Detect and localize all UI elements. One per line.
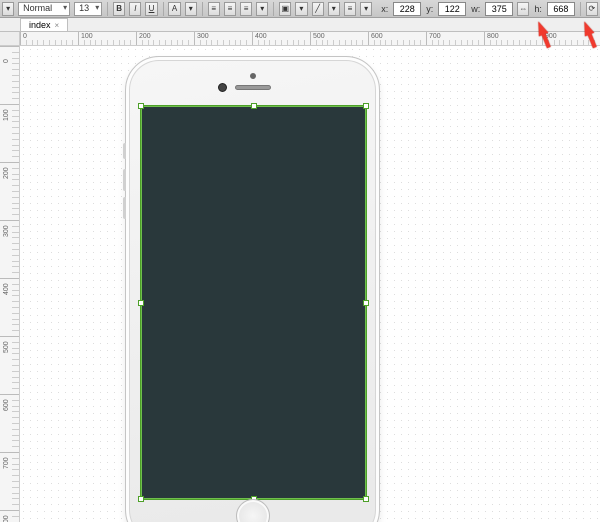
chevron-down-icon: ▾ bbox=[299, 5, 303, 13]
weight-icon: ≡ bbox=[348, 5, 353, 13]
separator bbox=[163, 2, 164, 16]
font-size-select[interactable]: 13 bbox=[74, 2, 102, 16]
italic-icon: I bbox=[134, 5, 136, 13]
w-input[interactable] bbox=[485, 2, 513, 16]
format-toolbar: ▾ Normal 13 B I U A ▾ ≡ ≡ ≡ ▾ ▣ ▾ ╱ ▾ ≡ … bbox=[0, 0, 600, 18]
document-tabs: index × bbox=[0, 18, 600, 32]
chevron-down-icon: ▾ bbox=[6, 5, 10, 13]
resize-handle-nw[interactable] bbox=[138, 103, 144, 109]
ruler-v-tick: 600 bbox=[0, 394, 19, 395]
align-center-icon: ≡ bbox=[228, 5, 233, 13]
rotate-icon: ⟳ bbox=[589, 5, 596, 13]
text-color-dropdown[interactable]: ▾ bbox=[185, 2, 197, 16]
separator bbox=[202, 2, 203, 16]
fill-icon: ▣ bbox=[281, 5, 289, 13]
ruler-v-tick: 700 bbox=[0, 452, 19, 453]
align-left-icon: ≡ bbox=[211, 5, 216, 13]
link-icon: ⇔ bbox=[519, 5, 527, 13]
align-left-button[interactable]: ≡ bbox=[208, 2, 220, 16]
bold-icon: B bbox=[116, 5, 122, 13]
resize-handle-se[interactable] bbox=[363, 496, 369, 502]
fill-dropdown[interactable]: ▾ bbox=[295, 2, 307, 16]
font-weight-select[interactable]: Normal bbox=[18, 2, 70, 16]
separator bbox=[273, 2, 274, 16]
volume-down bbox=[123, 197, 126, 219]
line-color-button[interactable]: ╱ bbox=[312, 2, 324, 16]
resize-handle-sw[interactable] bbox=[138, 496, 144, 502]
separator bbox=[580, 2, 581, 16]
w-label: w: bbox=[470, 4, 481, 14]
line-weight-dropdown[interactable]: ▾ bbox=[360, 2, 372, 16]
line-weight-button[interactable]: ≡ bbox=[344, 2, 356, 16]
ruler-v-tick: 500 bbox=[0, 336, 19, 337]
proximity-sensor bbox=[250, 73, 256, 79]
canvas[interactable] bbox=[20, 46, 600, 522]
fill-color-button[interactable]: ▣ bbox=[279, 2, 291, 16]
resize-handle-w[interactable] bbox=[138, 300, 144, 306]
h-input[interactable] bbox=[547, 2, 575, 16]
x-label: x: bbox=[380, 4, 389, 14]
align-right-button[interactable]: ≡ bbox=[240, 2, 252, 16]
underline-icon: U bbox=[149, 5, 155, 13]
ruler-corner bbox=[0, 32, 20, 46]
bold-button[interactable]: B bbox=[113, 2, 125, 16]
h-label: h: bbox=[533, 4, 543, 14]
y-input[interactable] bbox=[438, 2, 466, 16]
tab-index[interactable]: index × bbox=[20, 18, 68, 31]
chevron-down-icon: ▾ bbox=[364, 5, 368, 13]
horizontal-ruler[interactable]: 01002003004005006007008009001000 bbox=[20, 32, 600, 46]
x-input[interactable] bbox=[393, 2, 421, 16]
line-dropdown[interactable]: ▾ bbox=[328, 2, 340, 16]
earpiece bbox=[235, 85, 271, 90]
home-button bbox=[236, 499, 270, 522]
ruler-v-tick: 800 bbox=[0, 510, 19, 511]
tab-label: index bbox=[29, 20, 51, 30]
mute-switch bbox=[123, 143, 126, 159]
text-color-icon: A bbox=[172, 5, 177, 13]
line-icon: ╱ bbox=[315, 5, 320, 13]
chevron-down-icon: ▾ bbox=[189, 5, 193, 13]
separator bbox=[107, 2, 108, 16]
phone-screen[interactable] bbox=[141, 106, 366, 499]
y-label: y: bbox=[425, 4, 434, 14]
front-camera bbox=[218, 83, 227, 92]
text-color-button[interactable]: A bbox=[168, 2, 180, 16]
iphone-mockup[interactable] bbox=[125, 56, 380, 522]
ruler-v-tick: 400 bbox=[0, 278, 19, 279]
underline-button[interactable]: U bbox=[145, 2, 157, 16]
vertical-ruler[interactable]: 0 100 200 300 400 500 600 700 800 bbox=[0, 46, 20, 522]
ruler-v-tick: 300 bbox=[0, 220, 19, 221]
align-right-icon: ≡ bbox=[244, 5, 249, 13]
align-center-button[interactable]: ≡ bbox=[224, 2, 236, 16]
resize-handle-n[interactable] bbox=[251, 103, 257, 109]
volume-up bbox=[123, 169, 126, 191]
workarea: 01002003004005006007008009001000 0 100 200… bbox=[0, 32, 600, 522]
rotate-button[interactable]: ⟳ bbox=[586, 2, 598, 16]
resize-handle-ne[interactable] bbox=[363, 103, 369, 109]
ruler-v-tick: 100 bbox=[0, 104, 19, 105]
align-dropdown[interactable]: ▾ bbox=[256, 2, 268, 16]
ruler-v-tick: 200 bbox=[0, 162, 19, 163]
size-link-button[interactable]: ⇔ bbox=[517, 2, 529, 16]
resize-handle-e[interactable] bbox=[363, 300, 369, 306]
font-picker-button[interactable]: ▾ bbox=[2, 2, 14, 16]
ruler-v-tick: 0 bbox=[0, 46, 19, 47]
close-icon[interactable]: × bbox=[55, 21, 60, 30]
italic-button[interactable]: I bbox=[129, 2, 141, 16]
chevron-down-icon: ▾ bbox=[260, 5, 264, 13]
chevron-down-icon: ▾ bbox=[332, 5, 336, 13]
